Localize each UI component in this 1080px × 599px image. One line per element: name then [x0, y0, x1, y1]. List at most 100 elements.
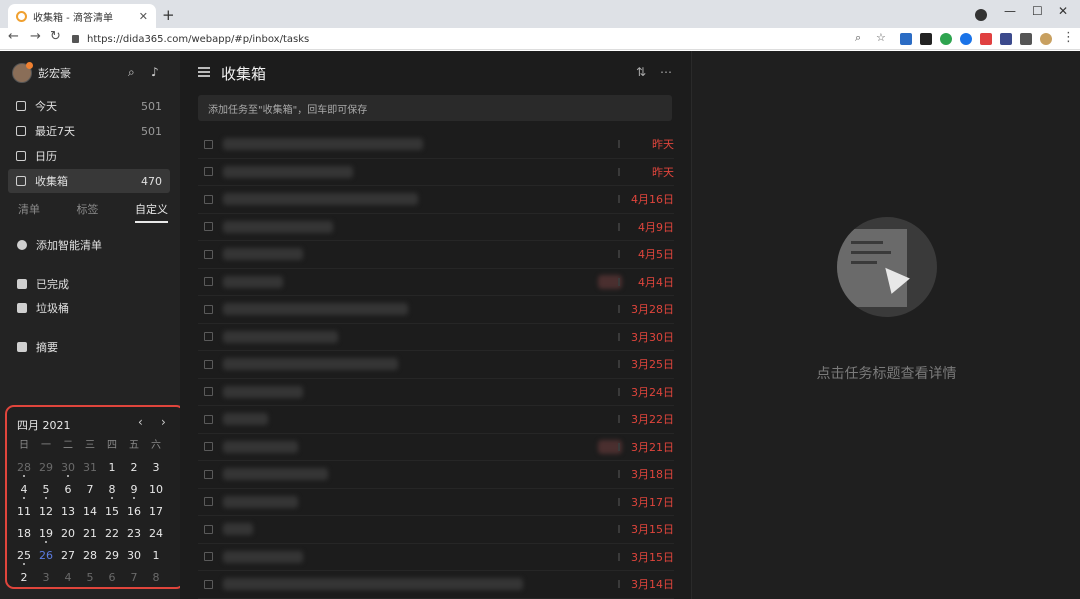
calendar-day[interactable]: 29: [35, 459, 57, 477]
calendar-day[interactable]: 8: [145, 569, 167, 587]
calendar-day[interactable]: 5: [79, 569, 101, 587]
task-title-blurred[interactable]: [223, 165, 353, 178]
more-icon[interactable]: ⋯: [660, 65, 672, 79]
extensions-puzzle-icon[interactable]: [1020, 33, 1032, 45]
task-row[interactable]: 3月21日: [198, 434, 674, 461]
task-row[interactable]: 昨天: [198, 159, 674, 186]
task-row[interactable]: 昨天: [198, 131, 674, 159]
address-bar[interactable]: https://dida365.com/webapp/#p/inbox/task…: [72, 30, 902, 48]
task-title-blurred[interactable]: [223, 440, 298, 453]
task-due-date[interactable]: 4月9日: [638, 219, 674, 235]
calendar-day[interactable]: 14: [79, 503, 101, 521]
task-due-date[interactable]: 3月17日: [631, 494, 674, 510]
sidebar-item-next-7-days[interactable]: 最近7天 501: [8, 119, 170, 143]
task-title-blurred[interactable]: [223, 495, 298, 508]
task-checkbox[interactable]: [204, 359, 213, 369]
calendar-day[interactable]: 30: [57, 459, 79, 477]
calendar-day[interactable]: 5: [35, 481, 57, 499]
add-task-input[interactable]: 添加任务至"收集箱"，回车即可保存: [198, 95, 672, 121]
calendar-day[interactable]: 24: [145, 525, 167, 543]
calendar-day[interactable]: 22: [101, 525, 123, 543]
task-checkbox[interactable]: [204, 387, 213, 397]
calendar-day[interactable]: 10: [145, 481, 167, 499]
task-row[interactable]: 3月24日: [198, 379, 674, 406]
task-checkbox[interactable]: [204, 277, 213, 287]
new-tab-button[interactable]: +: [162, 6, 175, 24]
avatar[interactable]: [12, 62, 33, 83]
avatar-icon[interactable]: [1040, 33, 1052, 45]
task-due-date[interactable]: 3月14日: [631, 576, 674, 592]
forward-icon[interactable]: →: [30, 29, 41, 44]
add-smart-list-button[interactable]: 添加智能清单: [17, 237, 102, 253]
back-icon[interactable]: ←: [8, 29, 19, 44]
task-title-blurred[interactable]: [223, 248, 303, 261]
task-row[interactable]: 4月5日: [198, 241, 674, 269]
task-row[interactable]: 3月18日: [198, 461, 674, 489]
search-icon[interactable]: ⌕: [128, 65, 135, 80]
calendar-day[interactable]: 3: [145, 459, 167, 477]
task-row[interactable]: 3月28日: [198, 296, 674, 324]
calendar-day[interactable]: 25: [13, 547, 35, 565]
task-row[interactable]: 3月14日: [198, 571, 674, 599]
calendar-day[interactable]: 4: [13, 481, 35, 499]
calendar-day[interactable]: 30: [123, 547, 145, 565]
maximize-icon[interactable]: ☐: [1032, 4, 1043, 18]
sidebar-item-inbox[interactable]: 收集箱 470: [8, 169, 170, 193]
task-title-blurred[interactable]: [223, 578, 523, 591]
browser-menu-icon[interactable]: ⋮: [1062, 30, 1075, 45]
task-checkbox[interactable]: [204, 194, 213, 204]
task-row[interactable]: 3月17日: [198, 489, 674, 516]
task-checkbox[interactable]: [204, 304, 213, 314]
calendar-day[interactable]: 19: [35, 525, 57, 543]
sidebar-item-today[interactable]: 今天 501: [8, 94, 170, 118]
task-title-blurred[interactable]: [223, 523, 253, 536]
task-row[interactable]: 4月4日: [198, 269, 674, 296]
calendar-day[interactable]: 27: [57, 547, 79, 565]
close-tab-icon[interactable]: ✕: [139, 10, 148, 23]
task-due-date[interactable]: 3月15日: [631, 521, 674, 537]
task-due-date[interactable]: 3月28日: [631, 301, 674, 317]
calendar-day[interactable]: 12: [35, 503, 57, 521]
extension-icon[interactable]: [940, 33, 952, 45]
task-title-blurred[interactable]: [223, 220, 333, 233]
task-title-blurred[interactable]: [223, 193, 418, 206]
calendar-day[interactable]: 28: [79, 547, 101, 565]
task-checkbox[interactable]: [204, 524, 213, 534]
task-checkbox[interactable]: [204, 552, 213, 562]
sidebar-item-trash[interactable]: 垃圾桶: [17, 300, 69, 316]
task-due-date[interactable]: 4月16日: [631, 191, 674, 207]
extension-icon[interactable]: [980, 33, 992, 45]
task-row[interactable]: 3月22日: [198, 406, 674, 434]
task-due-date[interactable]: 3月25日: [631, 356, 674, 372]
task-title-blurred[interactable]: [223, 275, 283, 288]
menu-icon[interactable]: [198, 67, 210, 77]
calendar-day[interactable]: 9: [123, 481, 145, 499]
task-checkbox[interactable]: [204, 167, 213, 177]
task-row[interactable]: 3月15日: [198, 516, 674, 544]
profile-menu-icon[interactable]: [975, 9, 987, 21]
user-profile[interactable]: 彭宏豪: [12, 62, 71, 83]
calendar-day[interactable]: 2: [13, 569, 35, 587]
extension-icon[interactable]: [920, 33, 932, 45]
calendar-day[interactable]: 18: [13, 525, 35, 543]
minimize-icon[interactable]: —: [1004, 4, 1016, 18]
task-checkbox[interactable]: [204, 442, 213, 452]
bell-icon[interactable]: ♪: [151, 65, 159, 79]
task-due-date[interactable]: 3月15日: [631, 549, 674, 565]
calendar-day[interactable]: 7: [79, 481, 101, 499]
task-checkbox[interactable]: [204, 469, 213, 479]
task-due-date[interactable]: 3月21日: [631, 439, 674, 455]
tab-lists[interactable]: 清单: [18, 201, 40, 223]
task-checkbox[interactable]: [204, 249, 213, 259]
task-due-date[interactable]: 3月24日: [631, 384, 674, 400]
calendar-day[interactable]: 21: [79, 525, 101, 543]
calendar-day[interactable]: 1: [101, 459, 123, 477]
calendar-day[interactable]: 8: [101, 481, 123, 499]
calendar-day[interactable]: 16: [123, 503, 145, 521]
task-title-blurred[interactable]: [223, 413, 268, 426]
calendar-day[interactable]: 7: [123, 569, 145, 587]
task-checkbox[interactable]: [204, 579, 213, 589]
extension-icon[interactable]: [900, 33, 912, 45]
task-due-date[interactable]: 4月5日: [638, 246, 674, 262]
calendar-day[interactable]: 17: [145, 503, 167, 521]
